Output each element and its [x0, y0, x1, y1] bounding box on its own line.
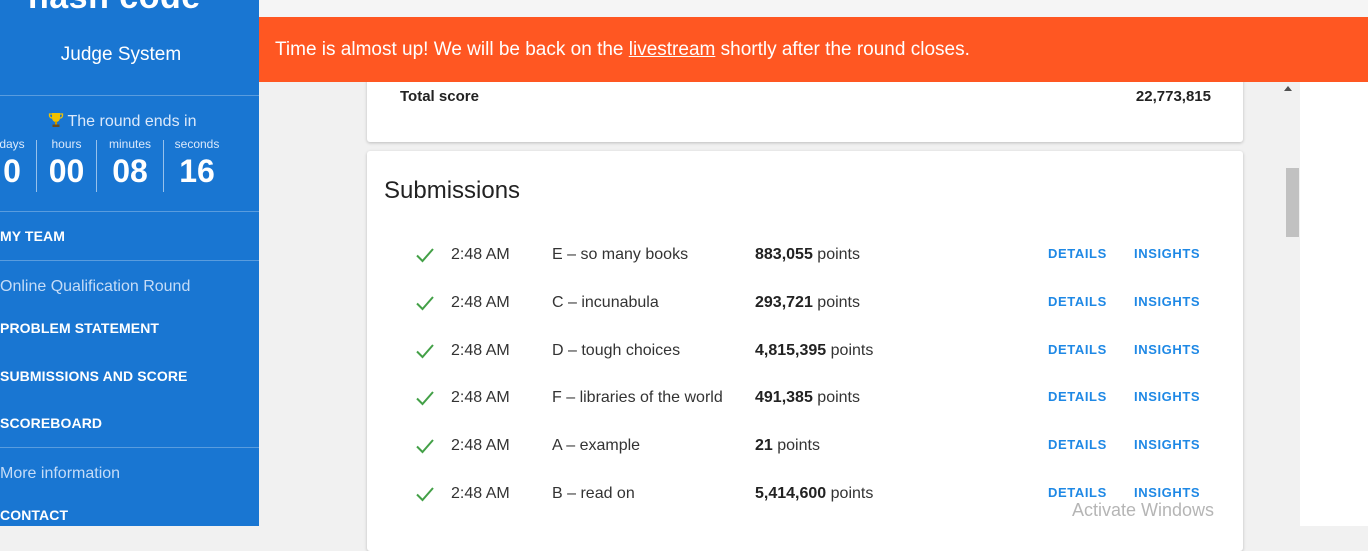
submission-points: 491,385 points [755, 389, 860, 407]
countdown-days: days 0 [0, 137, 28, 190]
sidebar-divider [0, 260, 259, 261]
details-button[interactable]: DETAILS [1048, 485, 1107, 500]
livestream-link[interactable]: livestream [629, 39, 716, 61]
points-value: 293,721 [755, 294, 813, 311]
judge-system-title: Judge System [60, 44, 182, 65]
countdown-minutes: minutes 08 [99, 137, 161, 190]
submission-row: 2:48 AM C – incunabula 293,721 points DE… [367, 283, 1243, 323]
scroll-up-arrow-icon[interactable] [1284, 86, 1292, 91]
points-value: 4,815,395 [755, 342, 827, 359]
submission-points: 293,721 points [755, 294, 860, 312]
points-unit: points [830, 485, 874, 502]
insights-button[interactable]: INSIGHTS [1134, 342, 1200, 357]
submission-points: 4,815,395 points [755, 342, 873, 360]
countdown-hours: hours 00 [40, 137, 93, 190]
countdown-label: seconds [174, 137, 220, 151]
details-button[interactable]: DETAILS [1048, 294, 1107, 309]
countdown-label: hours [51, 137, 82, 151]
points-value: 5,414,600 [755, 485, 827, 502]
countdown-label: days [0, 137, 25, 151]
countdown-value: 00 [48, 153, 85, 189]
time-warning-banner: Time is almost up! We will be back on th… [259, 17, 1368, 82]
insights-button[interactable]: INSIGHTS [1134, 389, 1200, 404]
sidebar-divider [0, 447, 259, 448]
submission-problem: D – tough choices [552, 342, 681, 359]
points-unit: points [817, 246, 860, 263]
submission-row: 2:48 AM E – so many books 883,055 points… [367, 235, 1243, 275]
total-score-value: 22,773,815 [1135, 88, 1211, 105]
top-strip [259, 0, 1368, 17]
sidebar-item-contact[interactable]: CONTACT [0, 507, 68, 523]
submission-problem: C – incunabula [552, 294, 659, 311]
submission-time: 2:48 AM [451, 342, 510, 359]
sidebar-item-scoreboard[interactable]: SCOREBOARD [0, 415, 102, 431]
countdown-label: minutes [108, 137, 152, 151]
countdown-value: 0 [3, 153, 21, 189]
submission-row: 2:48 AM D – tough choices 4,815,395 poin… [367, 331, 1243, 371]
scrollbar-thumb[interactable] [1286, 168, 1299, 237]
details-button[interactable]: DETAILS [1048, 246, 1107, 261]
submission-problem: F – libraries of the world [552, 389, 723, 406]
sidebar: hash code Judge System The round ends in… [0, 0, 259, 526]
countdown-title-text: The round ends in [67, 113, 197, 130]
submission-time: 2:48 AM [451, 437, 510, 454]
countdown-title: The round ends in [0, 112, 244, 131]
logo[interactable]: hash code [28, 0, 201, 17]
countdown-seconds: seconds 16 [166, 137, 228, 190]
countdown-separator [96, 140, 97, 192]
countdown-value: 08 [112, 153, 148, 189]
points-unit: points [777, 437, 820, 454]
points-unit: points [830, 342, 874, 359]
submission-problem: B – read on [552, 485, 635, 502]
submission-time: 2:48 AM [451, 389, 510, 406]
submission-points: 21 points [755, 437, 820, 455]
banner-text-start: Time is almost up! We will be back on th… [275, 38, 629, 60]
submission-time: 2:48 AM [451, 294, 510, 311]
points-value: 21 [755, 437, 773, 454]
submission-row: 2:48 AM A – example 21 points DETAILS IN… [367, 426, 1243, 466]
submission-time: 2:48 AM [451, 246, 510, 263]
scrollbar[interactable] [1281, 82, 1300, 526]
submission-problem: E – so many books [552, 246, 689, 263]
total-score-label: Total score [400, 88, 479, 105]
points-unit: points [817, 294, 860, 311]
submission-time: 2:48 AM [451, 485, 510, 502]
check-icon [416, 296, 434, 311]
right-margin [1300, 82, 1368, 526]
points-value: 883,055 [755, 246, 813, 263]
sidebar-section-round: Online Qualification Round [0, 278, 191, 295]
submission-problem: A – example [552, 437, 641, 454]
check-icon [416, 344, 434, 359]
check-icon [416, 487, 434, 502]
submissions-card: Submissions 2:48 AM E – so many books 88… [367, 151, 1243, 551]
details-button[interactable]: DETAILS [1048, 437, 1107, 452]
details-button[interactable]: DETAILS [1048, 342, 1107, 357]
check-icon [416, 248, 434, 263]
sidebar-divider [0, 211, 259, 212]
sidebar-item-problem-statement[interactable]: PROBLEM STATEMENT [0, 320, 159, 336]
points-unit: points [817, 389, 860, 406]
sidebar-item-my-team[interactable]: MY TEAM [0, 228, 65, 244]
details-button[interactable]: DETAILS [1048, 389, 1107, 404]
check-icon [416, 439, 434, 454]
countdown-separator [163, 140, 164, 192]
insights-button[interactable]: INSIGHTS [1134, 437, 1200, 452]
sidebar-item-submissions-and-score[interactable]: SUBMISSIONS AND SCORE [0, 368, 188, 384]
trophy-icon [48, 113, 63, 127]
sidebar-section-more-information: More information [0, 465, 121, 482]
points-value: 491,385 [755, 389, 813, 406]
submission-row: 2:48 AM F – libraries of the world 491,3… [367, 378, 1243, 418]
countdown-value: 16 [179, 153, 215, 189]
banner-text-end: shortly after the round closes. [715, 38, 970, 60]
submission-points: 883,055 points [755, 246, 860, 264]
insights-button[interactable]: INSIGHTS [1134, 485, 1200, 500]
submission-points: 5,414,600 points [755, 485, 873, 503]
insights-button[interactable]: INSIGHTS [1134, 246, 1200, 261]
countdown-separator [36, 140, 37, 192]
submissions-title: Submissions [384, 177, 521, 204]
check-icon [416, 391, 434, 406]
activate-windows-watermark: Activate Windows [1072, 500, 1215, 520]
sidebar-divider [0, 95, 259, 96]
insights-button[interactable]: INSIGHTS [1134, 294, 1200, 309]
